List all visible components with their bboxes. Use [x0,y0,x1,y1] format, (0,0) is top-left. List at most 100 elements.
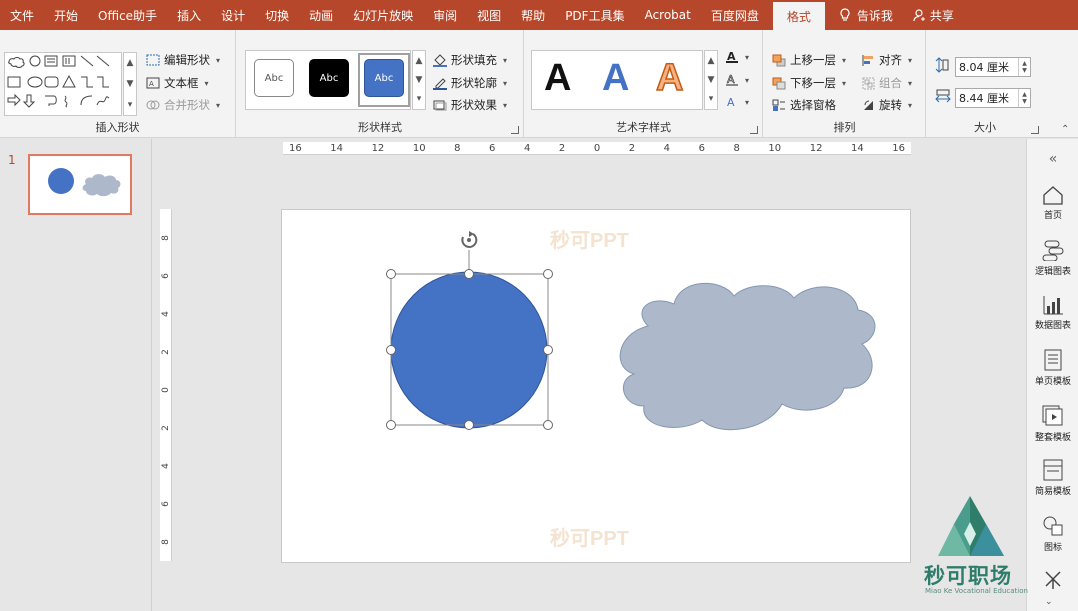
slide-canvas[interactable]: 秒可PPT 秒可PPT [281,209,911,563]
shapes-icon [1043,516,1063,536]
group-button[interactable]: 组合 ▾ [862,75,912,91]
merge-shapes-label: 合并形状 [164,98,210,112]
sidebar-item-single-page-templates[interactable]: 单页模板 [1027,349,1078,387]
slide-thumbnail-pane: 1 [0,139,152,611]
gray-cloud-shape[interactable] [619,283,876,431]
wordart-black[interactable]: A [544,57,571,100]
gallery-more-icon[interactable]: ▾ [417,94,422,104]
tab-help[interactable]: 帮助 [511,0,555,30]
sidebar-item-data-charts[interactable]: 数据图表 [1027,295,1078,331]
shape-styles-scroll[interactable]: ▲ ▼ ▾ [412,50,426,110]
sidebar-item-more[interactable] [1027,569,1078,592]
selection-pane-label: 选择窗格 [790,98,836,112]
send-backward-label: 下移一层 [790,76,836,90]
wordart-blue[interactable]: A [602,57,629,100]
sidebar-item-full-templates[interactable]: 整套模板 [1027,405,1078,443]
shape-styles-group-label: 形状样式 [358,121,402,134]
blue-circle-shape[interactable] [390,271,548,429]
sidebar-item-label: 图标 [1043,543,1062,553]
slide-thumbnail[interactable] [28,154,132,215]
merge-shapes-button[interactable]: 合并形状 ▾ [146,97,220,113]
tab-baidu-netdisk[interactable]: 百度网盘 [701,0,769,30]
gallery-more-icon[interactable]: ▾ [709,94,714,104]
tab-office-assistant[interactable]: Office助手 [88,0,167,30]
sidebar-collapse-icon[interactable]: « [1027,151,1078,167]
style-swatch-blue[interactable]: Abc [364,59,404,97]
tab-transitions[interactable]: 切换 [255,0,299,30]
sidebar-item-logic-charts[interactable]: 逻辑图表 [1027,239,1078,277]
text-fill-button[interactable]: A ▾ [725,50,749,64]
tab-file[interactable]: 文件 [0,0,44,30]
send-backward-button[interactable]: 下移一层 ▾ [772,75,846,91]
align-button[interactable]: 对齐 ▾ [862,52,912,68]
text-box-button[interactable]: A 文本框 ▾ [146,75,209,91]
tab-home[interactable]: 开始 [44,0,88,30]
group-icon [862,77,875,89]
sidebar-scroll-down-icon[interactable]: ⌄ [1045,597,1053,607]
pen-outline-icon [433,77,447,90]
group-wordart-styles: A A A ▲ ▼ ▾ A ▾ A ▾ A ▾ 艺术字样式 [525,30,763,138]
ruler-label: 10 [768,142,782,154]
rotate-button[interactable]: 旋转 ▾ [862,97,912,113]
collapse-ribbon-icon[interactable]: ⌃ [1061,124,1069,135]
ruler-label: 2 [161,349,171,355]
text-outline-button[interactable]: A ▾ [725,73,749,87]
ruler-label: 4 [161,463,171,469]
shape-effects-button[interactable]: 形状效果 ▾ [433,97,507,113]
shape-styles-gallery[interactable]: Abc Abc Abc [245,50,411,110]
rotate-handle-icon[interactable] [461,231,478,248]
style-swatch-white[interactable]: Abc [254,59,294,97]
ruler-label: 16 [892,142,905,154]
style-swatch-black[interactable]: Abc [309,59,349,97]
dialog-launcher-icon[interactable] [750,126,758,134]
tab-view[interactable]: 视图 [467,0,511,30]
shape-icons-grid [7,55,110,108]
tell-me-box[interactable]: 告诉我 [829,0,903,30]
tab-acrobat[interactable]: Acrobat [635,0,701,30]
edit-shape-label: 编辑形状 [164,53,210,67]
shapes-gallery-scroll[interactable]: ▲ ▼ ▾ [123,52,137,116]
gallery-more-icon[interactable]: ▾ [128,100,133,110]
ruler-label: 8 [733,142,740,154]
share-label: 共享 [929,8,954,23]
ruler-label: 2 [161,425,171,431]
shape-height-input[interactable]: 8.04 厘米 ▲ ▼ [955,57,1031,77]
scroll-up-icon[interactable]: ▲ [416,56,423,66]
scroll-up-icon[interactable]: ▲ [127,58,134,68]
scroll-down-icon[interactable]: ▼ [416,75,423,85]
height-spinner[interactable]: ▲ ▼ [1018,58,1030,76]
wordart-scroll[interactable]: ▲ ▼ ▾ [704,50,718,110]
bring-forward-button[interactable]: 上移一层 ▾ [772,52,846,68]
width-spinner[interactable]: ▲ ▼ [1018,89,1030,107]
shapes-gallery[interactable] [4,52,122,116]
sidebar-item-icons[interactable]: 图标 [1027,515,1078,553]
shape-outline-button[interactable]: 形状轮廓 ▾ [433,75,507,91]
dialog-launcher-icon[interactable] [1031,126,1039,134]
text-effects-button[interactable]: A ▾ [725,95,749,109]
sidebar-item-home[interactable]: 首页 [1027,185,1078,221]
data-chart-icon [1043,296,1063,315]
sidebar-item-simple-templates[interactable]: 简易模板 [1027,459,1078,497]
edit-shape-button[interactable]: 编辑形状 ▾ [146,52,220,68]
logic-chart-icon [1042,240,1064,261]
tab-insert[interactable]: 插入 [167,0,211,30]
svg-text:A: A [727,96,735,109]
scroll-down-icon[interactable]: ▼ [127,79,134,89]
tab-review[interactable]: 审阅 [423,0,467,30]
selection-pane-button[interactable]: 选择窗格 [772,97,836,113]
dialog-launcher-icon[interactable] [511,126,519,134]
wordart-gallery[interactable]: A A A [531,50,703,110]
shape-fill-button[interactable]: 形状填充 ▾ [433,52,507,68]
tab-design[interactable]: 设计 [211,0,255,30]
tab-format[interactable]: 格式 [772,2,825,30]
tab-animations[interactable]: 动画 [299,0,343,30]
ruler-label: 8 [161,235,171,241]
tab-slideshow[interactable]: 幻灯片放映 [343,0,423,30]
scroll-up-icon[interactable]: ▲ [708,56,715,66]
wordart-orange-outline[interactable]: A [655,56,684,100]
tab-pdf-tools[interactable]: PDF工具集 [555,0,634,30]
scroll-down-icon[interactable]: ▼ [708,75,715,85]
text-box-icon: A [146,77,160,89]
shape-width-input[interactable]: 8.44 厘米 ▲ ▼ [955,88,1031,108]
share-button[interactable]: 共享 [903,0,964,30]
